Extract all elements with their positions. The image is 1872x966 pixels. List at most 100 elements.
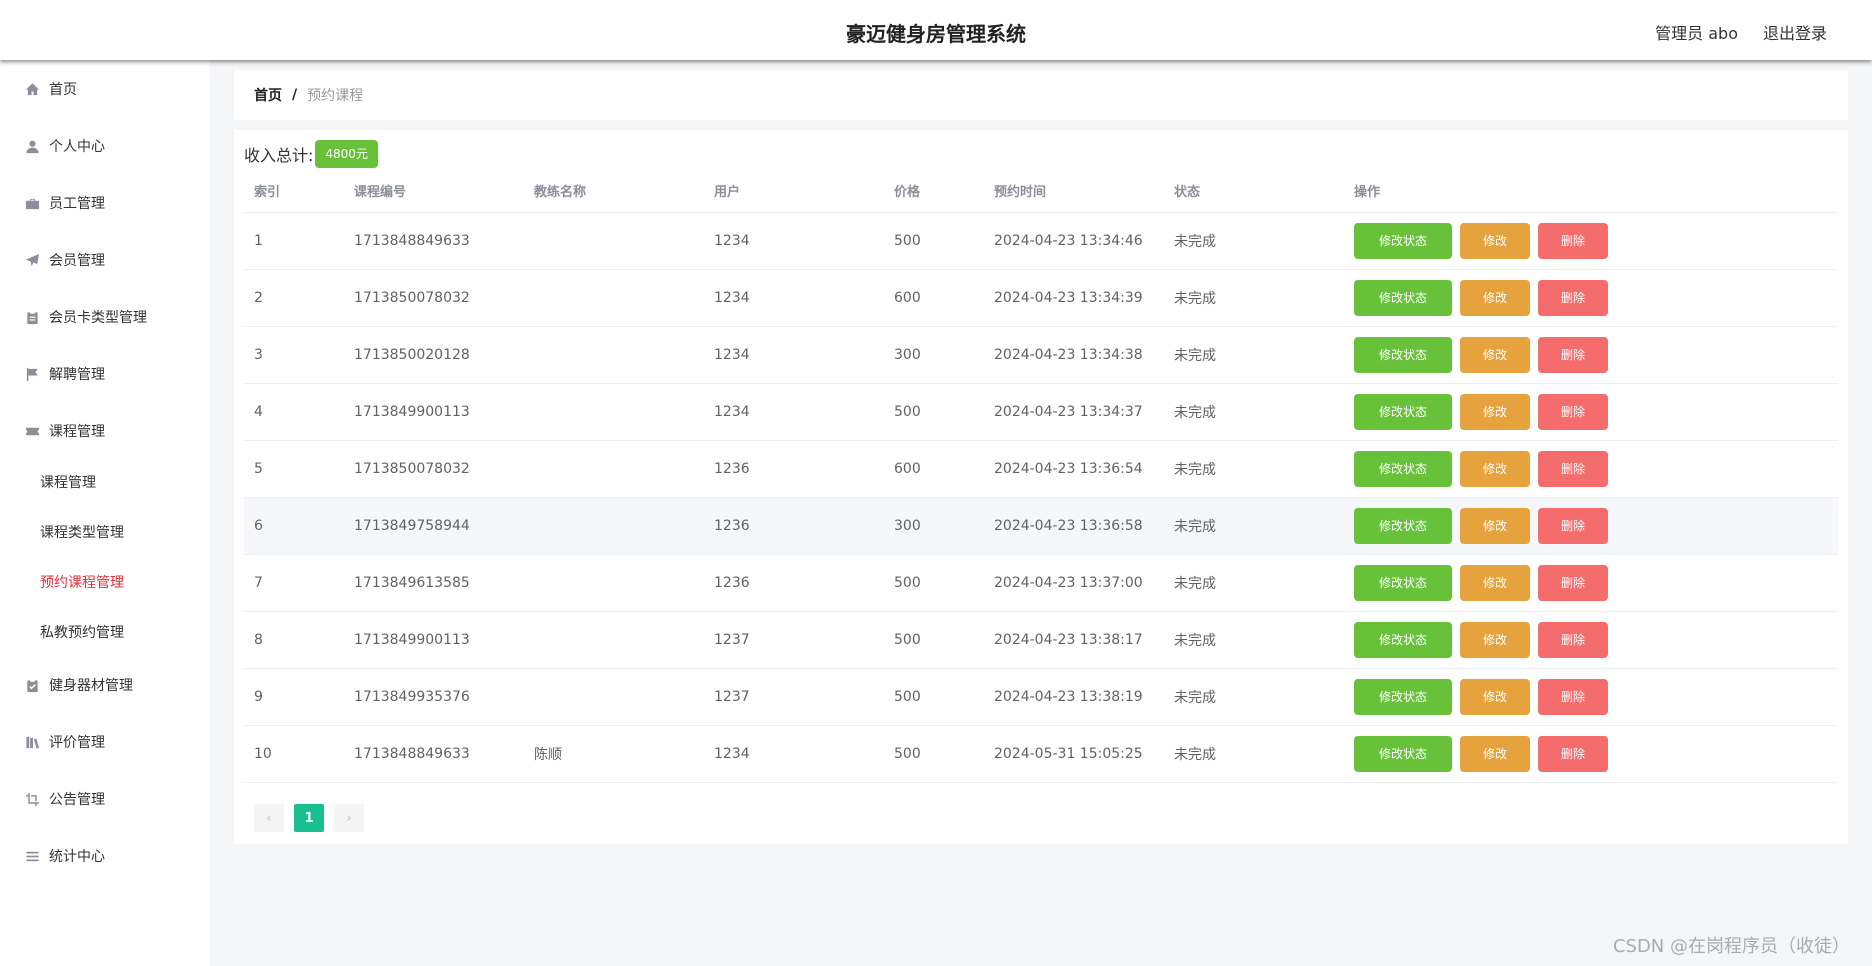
cell-booking-time: 2024-04-23 13:36:58 [984, 497, 1164, 555]
user-icon [24, 138, 40, 154]
sidebar-item-card-types[interactable]: 会员卡类型管理 [24, 306, 147, 328]
cell-index: 10 [244, 725, 344, 783]
income-summary: 收入总计: 4800元 [244, 140, 378, 168]
cell-actions: 修改状态 修改 删除 [1344, 269, 1838, 327]
cell-actions: 修改状态 修改 删除 [1344, 554, 1838, 612]
change-status-button[interactable]: 修改状态 [1354, 450, 1452, 487]
sidebar-item-statistics[interactable]: 统计中心 [24, 845, 105, 867]
books-icon [24, 734, 40, 750]
table-row: 4 1713849900113 1234 500 2024-04-23 13:34:37… [244, 383, 1838, 441]
sidebar-item-home[interactable]: 首页 [24, 78, 77, 100]
change-status-button[interactable]: 修改状态 [1354, 735, 1452, 772]
cell-course-number: 1713848849633 [344, 212, 524, 270]
delete-button[interactable]: 删除 [1538, 735, 1608, 772]
cell-course-number: 1713849758944 [344, 497, 524, 555]
cell-price: 300 [884, 497, 984, 555]
table-row: 10 1713848849633 陈顺 1234 500 2024-05-31 15:05… [244, 725, 1838, 783]
table-row: 2 1713850078032 1234 600 2024-04-23 13:34:39… [244, 269, 1838, 327]
sidebar-item-notices[interactable]: 公告管理 [24, 788, 105, 810]
sidebar-item-equipment[interactable]: 健身器材管理 [24, 674, 133, 696]
sidebar-subitem-course-types[interactable]: 课程类型管理 [40, 522, 124, 542]
cell-index: 3 [244, 326, 344, 384]
sidebar-subitem-private-booking[interactable]: 私教预约管理 [40, 622, 124, 642]
prev-page-button[interactable]: ‹ [254, 804, 284, 832]
cell-course-number: 1713849613585 [344, 554, 524, 612]
cell-actions: 修改状态 修改 删除 [1344, 668, 1838, 726]
change-status-button[interactable]: 修改状态 [1354, 507, 1452, 544]
flag-icon [24, 366, 40, 382]
edit-button[interactable]: 修改 [1460, 678, 1530, 715]
logout-link[interactable]: 退出登录 [1763, 20, 1827, 44]
sidebar-item-members[interactable]: 会员管理 [24, 249, 105, 271]
delete-button[interactable]: 删除 [1538, 222, 1608, 259]
cell-actions: 修改状态 修改 删除 [1344, 383, 1838, 441]
cell-user: 1236 [704, 497, 884, 555]
delete-button[interactable]: 删除 [1538, 678, 1608, 715]
delete-button[interactable]: 删除 [1538, 507, 1608, 544]
cell-course-number: 1713849935376 [344, 668, 524, 726]
change-status-button[interactable]: 修改状态 [1354, 393, 1452, 430]
edit-button[interactable]: 修改 [1460, 279, 1530, 316]
sidebar-item-dismissal[interactable]: 解聘管理 [24, 363, 105, 385]
edit-button[interactable]: 修改 [1460, 450, 1530, 487]
table-row: 1 1713848849633 1234 500 2024-04-23 13:34:46… [244, 212, 1838, 270]
change-status-button[interactable]: 修改状态 [1354, 279, 1452, 316]
cell-coach-name [524, 269, 704, 327]
change-status-button[interactable]: 修改状态 [1354, 336, 1452, 373]
next-page-button[interactable]: › [334, 804, 364, 832]
delete-button[interactable]: 删除 [1538, 336, 1608, 373]
edit-button[interactable]: 修改 [1460, 222, 1530, 259]
delete-button[interactable]: 删除 [1538, 450, 1608, 487]
cell-index: 2 [244, 269, 344, 327]
edit-button[interactable]: 修改 [1460, 621, 1530, 658]
change-status-button[interactable]: 修改状态 [1354, 564, 1452, 601]
cell-status: 未完成 [1164, 440, 1344, 498]
edit-button[interactable]: 修改 [1460, 393, 1530, 430]
cell-booking-time: 2024-04-23 13:34:37 [984, 383, 1164, 441]
change-status-button[interactable]: 修改状态 [1354, 678, 1452, 715]
edit-button[interactable]: 修改 [1460, 735, 1530, 772]
column-header: 状态 [1164, 170, 1344, 213]
cell-course-number: 1713850078032 [344, 269, 524, 327]
breadcrumb-home[interactable]: 首页 [254, 85, 282, 105]
delete-button[interactable]: 删除 [1538, 564, 1608, 601]
table-row: 3 1713850020128 1234 300 2024-04-23 13:34:38… [244, 326, 1838, 384]
pagination: ‹ 1 › [254, 804, 364, 832]
delete-button[interactable]: 删除 [1538, 621, 1608, 658]
cell-index: 1 [244, 212, 344, 270]
crop-icon [24, 791, 40, 807]
breadcrumb: 首页 / 预约课程 [234, 70, 1848, 120]
cell-coach-name [524, 497, 704, 555]
table-header-row: 索引 课程编号 教练名称 用户 价格 预约时间 状态 操作 [244, 170, 1838, 213]
edit-button[interactable]: 修改 [1460, 336, 1530, 373]
page-number-button[interactable]: 1 [294, 804, 324, 832]
breadcrumb-separator: / [292, 87, 298, 103]
cell-status: 未完成 [1164, 668, 1344, 726]
cell-status: 未完成 [1164, 725, 1344, 783]
sidebar-item-label: 课程管理 [49, 424, 105, 440]
sidebar-subitem-course-booking[interactable]: 预约课程管理 [40, 572, 124, 592]
edit-button[interactable]: 修改 [1460, 507, 1530, 544]
sidebar-item-label: 个人中心 [49, 139, 105, 155]
cell-coach-name [524, 668, 704, 726]
sidebar-subitem-course-management[interactable]: 课程管理 [40, 472, 96, 492]
cell-coach-name [524, 383, 704, 441]
cell-course-number: 1713849900113 [344, 383, 524, 441]
cell-index: 6 [244, 497, 344, 555]
delete-button[interactable]: 删除 [1538, 279, 1608, 316]
sidebar-item-courses[interactable]: 课程管理 [24, 420, 105, 442]
cell-status: 未完成 [1164, 269, 1344, 327]
cell-price: 600 [884, 440, 984, 498]
change-status-button[interactable]: 修改状态 [1354, 621, 1452, 658]
income-label: 收入总计: [244, 146, 314, 165]
sidebar-item-reviews[interactable]: 评价管理 [24, 731, 105, 753]
paper-plane-icon [24, 252, 40, 268]
column-header: 预约时间 [984, 170, 1164, 213]
sidebar-item-staff[interactable]: 员工管理 [24, 192, 105, 214]
cell-user: 1236 [704, 440, 884, 498]
delete-button[interactable]: 删除 [1538, 393, 1608, 430]
change-status-button[interactable]: 修改状态 [1354, 222, 1452, 259]
edit-button[interactable]: 修改 [1460, 564, 1530, 601]
sidebar-item-label: 会员卡类型管理 [49, 310, 147, 326]
sidebar-item-profile[interactable]: 个人中心 [24, 135, 105, 157]
